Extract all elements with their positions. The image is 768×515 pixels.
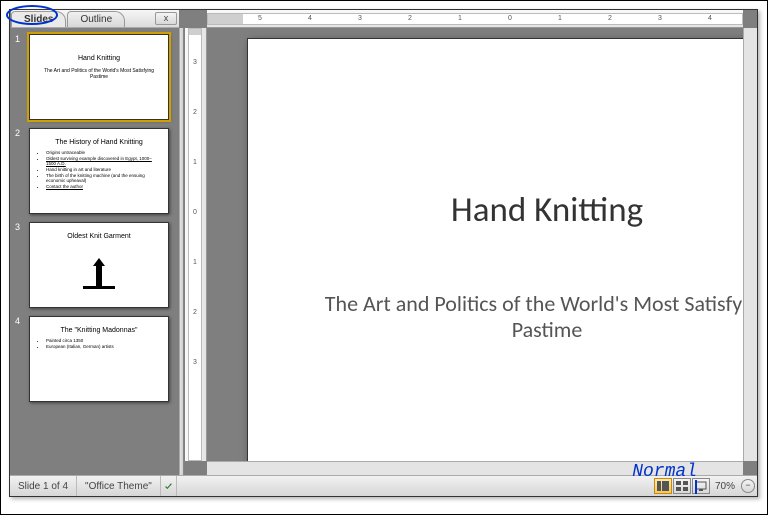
zoom-out-button[interactable]: −	[741, 479, 755, 493]
sock-image-icon	[79, 252, 119, 292]
thumbnail-number: 4	[15, 316, 25, 326]
pane-splitter[interactable]	[179, 28, 184, 476]
thumb-bullet: Painted circa 1350	[46, 338, 160, 343]
zoom-level[interactable]: 70%	[715, 481, 735, 492]
annotation-label-normal: Normal	[632, 462, 697, 482]
thumbnail-number: 1	[15, 34, 25, 44]
slide-editor: 5 4 3 2 1 0 1 2 3 4 3 2 1	[185, 10, 757, 475]
ruler-label: 2	[193, 309, 197, 316]
vertical-scrollbar[interactable]	[743, 28, 757, 461]
slide-title-text[interactable]: Hand Knitting	[451, 189, 643, 231]
ruler-label: 1	[193, 259, 197, 266]
powerpoint-window: Slides Outline x 1 Hand Knitting The Art…	[9, 9, 758, 497]
ruler-label: 3	[358, 15, 362, 22]
slide-indicator: Slide 1 of 4	[10, 476, 77, 496]
ruler-label: 3	[658, 15, 662, 22]
ruler-label: 0	[508, 15, 512, 22]
slide-canvas-area[interactable]: Hand Knitting The Art and Politics of th…	[207, 28, 743, 461]
thumbnail-slide-2[interactable]: The History of Hand Knitting Origins unt…	[29, 128, 169, 214]
ruler-label: 1	[458, 15, 462, 22]
ruler-label: 1	[193, 159, 197, 166]
thumb-bullet: European (Italian, German) artists	[46, 344, 160, 349]
tab-slides[interactable]: Slides	[11, 11, 66, 27]
thumb-bullet: The birth of the knitting machine (and t…	[46, 173, 160, 183]
thumb-title: The "Knitting Madonnas"	[38, 327, 160, 334]
ruler-label: 1	[558, 15, 562, 22]
thumb-bullet: Hand knitting in art and literature	[46, 167, 160, 172]
ruler-label: 4	[708, 15, 712, 22]
horizontal-ruler[interactable]: 5 4 3 2 1 0 1 2 3 4	[207, 10, 743, 28]
thumbnail-slide-4[interactable]: The "Knitting Madonnas" Painted circa 13…	[29, 316, 169, 402]
thumbnail-list[interactable]: 1 Hand Knitting The Art and Politics of …	[11, 28, 179, 476]
thumbnail-slide-3[interactable]: Oldest Knit Garment	[29, 222, 169, 308]
thumbnail-number: 2	[15, 128, 25, 138]
thumb-title: Oldest Knit Garment	[67, 233, 130, 240]
ruler-label: 3	[193, 359, 197, 366]
ruler-label: 4	[308, 15, 312, 22]
current-slide[interactable]: Hand Knitting The Art and Politics of th…	[247, 38, 743, 461]
thumbnail-row[interactable]: 3 Oldest Knit Garment	[15, 222, 175, 308]
annotation-line	[695, 480, 697, 494]
normal-view-icon	[657, 481, 669, 491]
thumb-bullet: Origins untraceable	[46, 150, 160, 155]
thumbnail-row[interactable]: 2 The History of Hand Knitting Origins u…	[15, 128, 175, 214]
vertical-ruler[interactable]: 3 2 1 0 1 2 3	[185, 28, 207, 461]
ruler-label: 0	[193, 209, 197, 216]
thumbnail-slide-1[interactable]: Hand Knitting The Art and Politics of th…	[29, 34, 169, 120]
sorter-view-icon	[676, 481, 688, 491]
thumb-title: Hand Knitting	[38, 55, 160, 62]
tab-outline[interactable]: Outline	[67, 11, 125, 27]
pane-tabs: Slides Outline x	[11, 10, 179, 28]
thumbnail-number: 3	[15, 222, 25, 232]
thumbnail-row[interactable]: 4 The "Knitting Madonnas" Painted circa …	[15, 316, 175, 402]
thumb-subtitle: The Art and Politics of the World's Most…	[38, 68, 160, 80]
slide-subtitle-text[interactable]: The Art and Politics of the World's Most…	[308, 291, 743, 344]
spellcheck-icon[interactable]	[161, 476, 177, 496]
ruler-label: 2	[608, 15, 612, 22]
slides-outline-pane: Slides Outline x 1 Hand Knitting The Art…	[11, 10, 179, 476]
ruler-label: 2	[193, 109, 197, 116]
thumb-title: The History of Hand Knitting	[38, 139, 160, 146]
ruler-label: 5	[258, 15, 262, 22]
theme-indicator: "Office Theme"	[77, 476, 161, 496]
thumb-bullet: Oldest surviving example discovered in E…	[46, 156, 160, 166]
ruler-label: 2	[408, 15, 412, 22]
thumbnail-row[interactable]: 1 Hand Knitting The Art and Politics of …	[15, 34, 175, 120]
thumb-bullet: Contact the author	[46, 184, 160, 189]
close-pane-button[interactable]: x	[155, 12, 177, 25]
ruler-label: 3	[193, 59, 197, 66]
